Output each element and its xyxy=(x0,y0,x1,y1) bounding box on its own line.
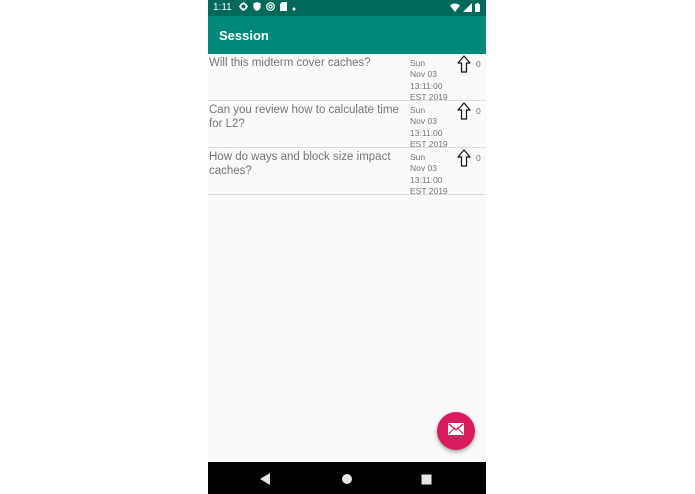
wifi-icon xyxy=(450,3,460,15)
compose-message-button[interactable] xyxy=(437,412,475,450)
upvote-arrow-icon[interactable] xyxy=(457,55,471,73)
status-time: 1:11 xyxy=(213,2,232,13)
status-bar: 1:11 xyxy=(208,0,486,16)
mail-icon xyxy=(448,422,464,440)
vote-count: 0 xyxy=(476,59,481,69)
battery-icon xyxy=(475,3,480,15)
home-icon[interactable] xyxy=(341,472,353,490)
question-text: Will this midterm cover caches? xyxy=(209,57,371,69)
upvote-arrow-icon[interactable] xyxy=(457,102,471,120)
navigation-bar xyxy=(208,462,486,494)
phone-screen: 1:11 Session Will this midterm cover cac… xyxy=(208,0,486,494)
question-date: Sun Nov 03 13:11:00 EST 2019 xyxy=(410,105,448,149)
recents-icon[interactable] xyxy=(421,472,432,490)
vote-count: 0 xyxy=(476,106,481,116)
at-sign-icon xyxy=(266,2,275,14)
app-bar: Session xyxy=(208,16,486,54)
dot-icon xyxy=(292,3,296,14)
vote-count: 0 xyxy=(476,153,481,163)
question-text: How do ways and block size impact caches… xyxy=(209,151,391,177)
back-icon[interactable] xyxy=(260,472,271,490)
signal-icon xyxy=(463,3,472,15)
question-date: Sun Nov 03 13:11:00 EST 2019 xyxy=(410,58,448,102)
list-item[interactable]: Can you review how to calculate time for… xyxy=(208,101,486,149)
sd-card-icon xyxy=(280,2,287,14)
upvote-arrow-icon[interactable] xyxy=(457,149,471,167)
page-title: Session xyxy=(219,28,269,43)
question-list: Will this midterm cover caches? Sun Nov … xyxy=(208,54,486,196)
question-date: Sun Nov 03 13:11:00 EST 2019 xyxy=(410,152,448,196)
question-text: Can you review how to calculate time for… xyxy=(209,104,399,130)
shield-icon xyxy=(253,2,261,14)
list-item[interactable]: How do ways and block size impact caches… xyxy=(208,148,486,196)
list-item[interactable]: Will this midterm cover caches? Sun Nov … xyxy=(208,54,486,102)
gear-icon xyxy=(239,2,248,14)
